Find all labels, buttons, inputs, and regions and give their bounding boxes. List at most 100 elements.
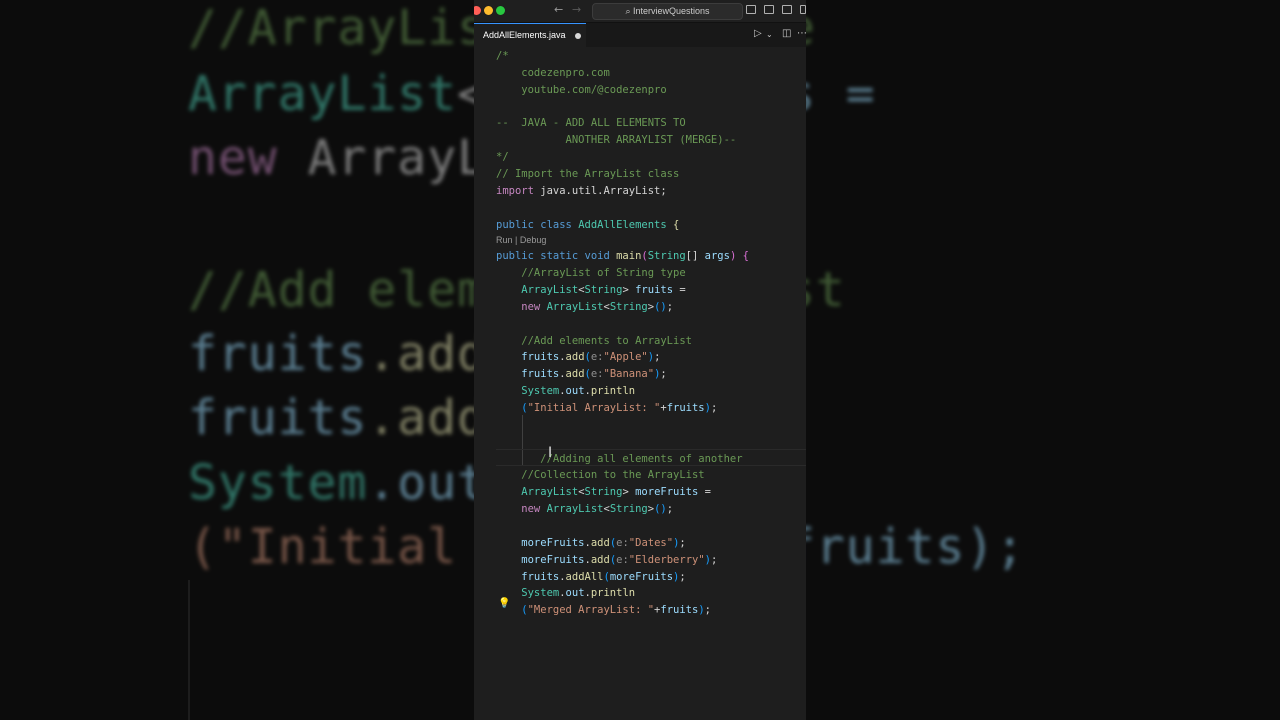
bg-token: System: [188, 455, 368, 511]
code-line: youtube.com/@codezenpro: [496, 82, 667, 98]
code-token: fruits: [635, 284, 674, 297]
code-line: //ArrayList of String type: [496, 265, 686, 281]
lightbulb-icon[interactable]: 💡: [498, 598, 510, 609]
toggle-secondary-sidebar-icon[interactable]: [782, 5, 792, 14]
command-center-search[interactable]: ⌕ InterviewQuestions: [592, 3, 743, 20]
code-token: */: [496, 151, 509, 164]
code-line: new ArrayList<String>();: [496, 501, 673, 517]
code-token: add: [590, 553, 610, 566]
minimize-window-button[interactable]: [484, 6, 493, 15]
tab-addallelements-java[interactable]: AddAllElements.java: [474, 23, 586, 47]
code-token: >: [622, 486, 636, 499]
code-token: out: [565, 587, 585, 600]
code-token: ArrayList: [496, 284, 579, 297]
chevron-down-icon[interactable]: ⌄: [766, 30, 773, 39]
code-token: ArrayList: [496, 486, 579, 499]
code-token: ): [729, 250, 743, 263]
code-line: moreFruits.add(e:"Elderberry");: [496, 552, 717, 568]
code-line: ArrayList<String> fruits =: [496, 282, 686, 298]
more-actions-icon[interactable]: ⋯: [797, 28, 806, 39]
maximize-window-button[interactable]: [496, 6, 505, 15]
code-token: -- JAVA - ADD ALL ELEMENTS TO: [496, 117, 686, 130]
code-token: ANOTHER ARRAYLIST (MERGE)--: [496, 134, 737, 147]
run-icon[interactable]: ▷: [754, 28, 762, 39]
code-token: moreFruits: [635, 486, 699, 499]
code-line: System.out.println: [496, 585, 635, 601]
code-token: // Import the ArrayList class: [496, 167, 680, 180]
code-token: fruits: [496, 570, 560, 583]
code-token: println: [590, 385, 636, 398]
code-token: e:: [616, 536, 629, 549]
close-window-button[interactable]: [474, 6, 481, 15]
forward-arrow-icon[interactable]: →: [572, 3, 581, 16]
code-token: fruits: [660, 604, 699, 617]
code-token: String: [609, 300, 648, 313]
code-token: out: [565, 385, 585, 398]
workspace-name: InterviewQuestions: [633, 6, 710, 16]
code-token: ArrayList: [546, 503, 604, 516]
code-token: addAll: [565, 570, 604, 583]
code-token: moreFruits: [609, 570, 674, 583]
code-token: AddAllElements: [578, 218, 674, 231]
code-token: "Merged ArrayList: ": [527, 604, 655, 617]
code-token: import: [496, 184, 541, 197]
code-line: public static void main(String[] args) {: [496, 248, 749, 264]
code-line: public class AddAllElements {: [496, 217, 679, 233]
code-token: =: [673, 284, 686, 297]
customize-layout-icon[interactable]: [800, 5, 806, 14]
search-icon: ⌕: [625, 6, 633, 16]
toggle-panel-icon[interactable]: [764, 5, 774, 14]
code-line: codezenpro.com: [496, 65, 610, 81]
toggle-primary-sidebar-icon[interactable]: [746, 5, 756, 14]
code-token: ;: [679, 570, 686, 583]
code-area[interactable]: /* codezenpro.com youtube.com/@codezenpr…: [474, 47, 806, 720]
code-token: "Elderberry": [628, 553, 705, 566]
code-line: // Import the ArrayList class: [496, 166, 679, 182]
code-token: //ArrayList of String type: [496, 267, 686, 280]
code-token: "Initial ArrayList: ": [527, 402, 661, 414]
code-token: moreFruits: [496, 536, 585, 549]
code-token: String: [609, 503, 648, 516]
code-token: /*: [496, 50, 509, 62]
code-token: println: [590, 587, 636, 600]
code-token: =: [698, 486, 711, 499]
bg-token: //ArrayList: [188, 0, 517, 56]
bg-token: new: [188, 130, 308, 186]
bg-token: fruits: [188, 326, 368, 382]
code-line: fruits.addAll(moreFruits);: [496, 569, 686, 585]
code-line: //Add elements to ArrayList: [496, 333, 692, 349]
code-token: youtube.com/@codezenpro: [496, 83, 667, 96]
code-token: new: [496, 503, 547, 516]
code-token: new: [496, 300, 547, 313]
code-token: codezenpro.com: [496, 66, 610, 79]
unsaved-dot-icon[interactable]: [575, 33, 581, 39]
code-token: fruits: [496, 368, 560, 381]
code-line: new ArrayList<String>();: [496, 299, 673, 315]
code-token: "Banana": [603, 368, 655, 381]
code-token: >: [622, 284, 636, 297]
code-token: ;: [666, 300, 674, 313]
bg-token: ArrayList: [188, 66, 458, 122]
code-token: {: [742, 250, 749, 263]
code-token: fruits: [496, 351, 560, 364]
code-token: String: [584, 284, 623, 297]
code-line: ("Merged ArrayList: "+fruits);: [496, 602, 711, 618]
bg-token: fruits: [188, 390, 368, 446]
code-token: add: [565, 368, 585, 381]
code-token: (: [496, 402, 528, 414]
code-token: String: [647, 250, 686, 263]
code-token: public class: [496, 218, 579, 231]
code-line: ("Initial ArrayList: "+fruits);: [496, 400, 717, 416]
code-line: System.out.println: [496, 383, 635, 399]
back-arrow-icon[interactable]: ←: [554, 3, 563, 16]
code-line: moreFruits.add(e:"Dates");: [496, 535, 686, 551]
code-line: import java.util.ArrayList;: [496, 183, 667, 199]
code-token: ;: [660, 368, 667, 381]
bg-line: fruits.add(: [188, 390, 517, 446]
split-editor-icon[interactable]: ◫: [782, 28, 791, 39]
code-token: add: [565, 351, 585, 364]
code-token: ;: [679, 536, 686, 549]
code-line: ArrayList<String> moreFruits =: [496, 484, 711, 500]
run-debug-codelens[interactable]: Run | Debug: [496, 234, 546, 246]
code-token: ;: [654, 351, 661, 364]
